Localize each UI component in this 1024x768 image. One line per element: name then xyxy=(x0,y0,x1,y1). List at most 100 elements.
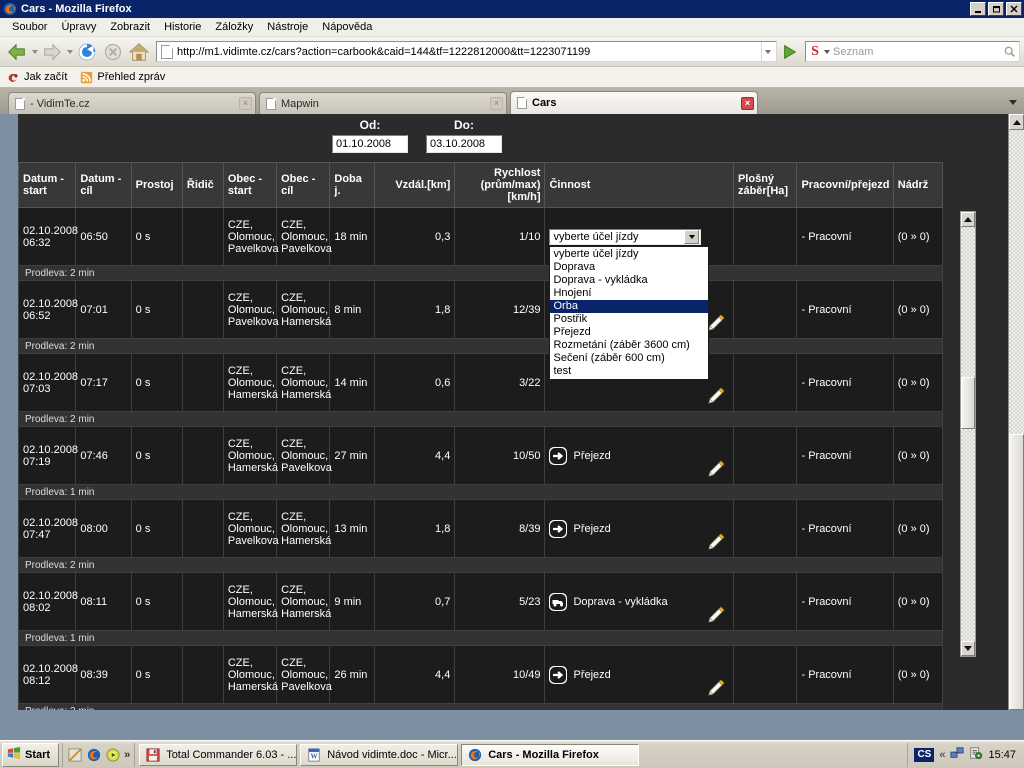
tab-list-chevron-icon[interactable] xyxy=(1006,94,1020,110)
menu-item-napoveda[interactable]: Nápověda xyxy=(315,19,379,35)
browser-scroll-up-button[interactable] xyxy=(1009,114,1024,130)
edit-pencil-icon[interactable] xyxy=(707,679,725,697)
table-row[interactable]: 02.10.2008 06:52 07:01 0 s CZE, Olomouc,… xyxy=(18,280,944,339)
magnifier-icon[interactable] xyxy=(999,45,1019,58)
chevron-down-icon[interactable] xyxy=(761,42,774,61)
activity-select[interactable]: vyberte účel jízdy vyberte účel jízdy Do… xyxy=(549,228,710,380)
col-ridic[interactable]: Řidič xyxy=(181,162,224,208)
option-seceni[interactable]: Sečení (záběr 600 cm) xyxy=(550,352,708,365)
forward-history-dropdown[interactable] xyxy=(65,39,74,65)
tab-mapwin[interactable]: Mapwin × xyxy=(259,92,507,114)
back-history-dropdown[interactable] xyxy=(30,39,39,65)
tray-expand-chevron-icon[interactable]: « xyxy=(939,749,945,761)
cell-cinnost[interactable]: Doprava - vykládka xyxy=(544,572,734,631)
col-obec-cil[interactable]: Obec - cíl xyxy=(276,162,331,208)
reload-icon[interactable] xyxy=(74,39,100,65)
media-player-icon[interactable] xyxy=(105,747,121,763)
close-button[interactable] xyxy=(1006,2,1022,16)
scroll-up-button[interactable] xyxy=(961,212,975,227)
table-row[interactable]: 02.10.2008 08:12 08:39 0 s CZE, Olomouc,… xyxy=(18,645,944,704)
tab-close-icon[interactable]: × xyxy=(741,96,754,110)
volume-icon[interactable] xyxy=(969,746,983,763)
taskbar-item-word-doc[interactable]: W Návod vidimte.doc - Micr... xyxy=(300,743,459,766)
desktop-icon[interactable] xyxy=(67,747,83,763)
cell-cinnost[interactable]: Přejezd xyxy=(544,426,734,485)
option-test[interactable]: test xyxy=(550,365,708,378)
url-bar[interactable]: http://m1.vidimte.cz/cars?action=carbook… xyxy=(156,41,777,62)
bookmark-jak-zacit[interactable]: Jak začít xyxy=(6,70,67,84)
option-postrik[interactable]: Postřik xyxy=(550,313,708,326)
bookmark-prehled-zprav[interactable]: Přehled zpráv xyxy=(79,70,165,84)
date-from-input[interactable]: 01.10.2008 xyxy=(332,135,408,153)
start-button[interactable]: Start xyxy=(2,742,60,767)
menu-item-zalozky[interactable]: Záložky xyxy=(208,19,260,35)
minimize-button[interactable] xyxy=(970,2,986,16)
col-pracovni-prejezd[interactable]: Pracovní/přejezd xyxy=(796,162,894,208)
option-doprava[interactable]: Doprava xyxy=(550,261,708,274)
menu-item-nastroje[interactable]: Nástroje xyxy=(260,19,315,35)
taskbar-item-total-commander[interactable]: Total Commander 6.03 - ... xyxy=(139,743,298,766)
col-obec-start[interactable]: Obec - start xyxy=(222,162,278,208)
tab-cars[interactable]: Cars × xyxy=(510,91,758,114)
firefox-quicklaunch-icon[interactable] xyxy=(86,747,102,763)
menu-item-historie[interactable]: Historie xyxy=(157,19,208,35)
go-icon[interactable] xyxy=(779,40,801,64)
tab-vidimte[interactable]: - VidimTe.cz × xyxy=(8,92,256,114)
search-bar[interactable]: S Seznam xyxy=(805,41,1020,62)
option-vyberte[interactable]: vyberte účel jízdy xyxy=(550,248,708,261)
url-text[interactable]: http://m1.vidimte.cz/cars?action=carbook… xyxy=(177,46,761,58)
edit-pencil-icon[interactable] xyxy=(707,533,725,551)
quick-launch-more-chevron[interactable]: » xyxy=(124,749,130,761)
search-input[interactable]: Seznam xyxy=(831,46,999,58)
edit-pencil-icon[interactable] xyxy=(707,606,725,624)
scrollbar-thumb[interactable] xyxy=(961,377,975,429)
activity-select-box[interactable]: vyberte účel jízdy xyxy=(549,228,702,245)
col-rychlost[interactable]: Rychlost (prům/max)[km/h] xyxy=(454,162,546,208)
cell-cinnost[interactable]: Přejezd xyxy=(544,645,734,704)
search-engine-icon[interactable]: S xyxy=(806,44,824,60)
table-row[interactable]: 02.10.2008 08:02 08:11 0 s CZE, Olomouc,… xyxy=(18,572,944,631)
language-indicator[interactable]: CS xyxy=(914,747,935,762)
menu-item-upravy[interactable]: Úpravy xyxy=(54,19,103,35)
edit-pencil-icon[interactable] xyxy=(707,387,725,405)
col-plosny-zaber[interactable]: Plošný záběr[Ha] xyxy=(732,162,798,208)
activity-select-options[interactable]: vyberte účel jízdy Doprava Doprava - vyk… xyxy=(549,245,710,380)
col-vzdal[interactable]: Vzdál.[km] xyxy=(374,162,456,208)
col-datum-cil[interactable]: Datum - cíl xyxy=(75,162,132,208)
table-row[interactable]: 02.10.2008 07:47 08:00 0 s CZE, Olomouc,… xyxy=(18,499,944,558)
menu-item-zobrazit[interactable]: Zobrazit xyxy=(103,19,157,35)
col-datum-start[interactable]: Datum - start xyxy=(18,162,77,208)
edit-pencil-icon[interactable] xyxy=(707,460,725,478)
cell-cinnost[interactable]: vyberte účel jízdy vyberte účel jízdy Do… xyxy=(544,207,734,380)
date-to-input[interactable]: 03.10.2008 xyxy=(426,135,502,153)
col-cinnost[interactable]: Činnost xyxy=(544,162,734,208)
col-prostoj[interactable]: Prostoj xyxy=(130,162,183,208)
cell-cinnost[interactable]: Přejezd xyxy=(544,499,734,558)
edit-pencil-icon[interactable] xyxy=(707,314,725,332)
clock[interactable]: 15:47 xyxy=(988,749,1016,761)
tab-close-icon[interactable]: × xyxy=(239,97,252,110)
network-icon[interactable] xyxy=(950,746,965,763)
taskbar-item-cars-firefox[interactable]: Cars - Mozilla Firefox xyxy=(461,743,640,766)
tab-close-icon[interactable]: × xyxy=(490,97,503,110)
option-rozmetani[interactable]: Rozmetání (záběr 3600 cm) xyxy=(550,339,708,352)
browser-scrollbar-thumb[interactable] xyxy=(1009,434,1024,710)
scroll-down-button[interactable] xyxy=(961,641,975,656)
home-icon[interactable] xyxy=(126,39,152,65)
maximize-button[interactable] xyxy=(988,2,1004,16)
option-orba[interactable]: Orba xyxy=(550,299,709,313)
col-nadrz[interactable]: Nádrž xyxy=(892,162,944,208)
table-row[interactable]: 02.10.2008 07:19 07:46 0 s CZE, Olomouc,… xyxy=(18,426,944,485)
table-row[interactable]: 02.10.2008 07:03 07:17 0 s CZE, Olomouc,… xyxy=(18,353,944,412)
option-prejezd[interactable]: Přejezd xyxy=(550,326,708,339)
chevron-down-icon[interactable] xyxy=(684,229,700,244)
col-doba[interactable]: Doba j. xyxy=(329,162,376,208)
search-engine-dropdown-icon[interactable] xyxy=(824,49,831,54)
table-scrollbar[interactable] xyxy=(960,211,976,657)
option-doprava-vykladka[interactable]: Doprava - vykládka xyxy=(550,274,708,287)
menu-item-soubor[interactable]: Soubor xyxy=(5,19,54,35)
back-arrow-icon[interactable] xyxy=(4,39,30,65)
option-hnojeni[interactable]: Hnojení xyxy=(550,287,708,300)
table-row[interactable]: 02.10.2008 06:32 06:50 0 s CZE, Olomouc,… xyxy=(18,207,944,380)
scrollbar-track[interactable] xyxy=(961,227,975,641)
